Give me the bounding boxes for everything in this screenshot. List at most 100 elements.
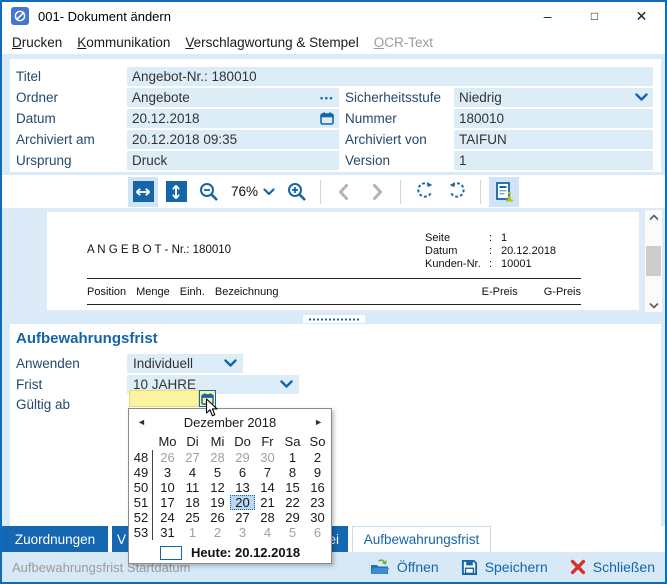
calendar-week-number: 50 <box>130 480 153 495</box>
tab-aufbewahrungsfrist[interactable]: Aufbewahrungsfrist <box>352 526 491 552</box>
calendar-day[interactable]: 25 <box>180 510 205 525</box>
calendar-day[interactable]: 13 <box>230 480 255 495</box>
minimize-button[interactable]: – <box>524 2 571 30</box>
save-button[interactable]: Speichern <box>461 559 548 576</box>
sicherheitsstufe-select[interactable]: Niedrig <box>454 88 653 107</box>
menu-kommunikation[interactable]: Kommunikation <box>77 35 170 50</box>
calendar-weekday-header: Mo <box>155 433 180 450</box>
doc-rule-bottom <box>87 304 581 305</box>
calendar-day[interactable]: 18 <box>180 495 205 510</box>
datum-field[interactable]: 20.12.2018 <box>127 109 339 128</box>
anwenden-select[interactable]: Individuell <box>127 354 243 373</box>
calendar-day[interactable]: 26 <box>205 510 230 525</box>
anwenden-label: Anwenden <box>16 354 80 373</box>
calendar-grid: MoDiMiDoFrSaSo48262728293012493456789501… <box>129 433 331 540</box>
calendar-day[interactable]: 30 <box>255 450 280 465</box>
status-bar: Aufbewahrungsfrist Startdatum Öffnen Spe… <box>2 552 665 582</box>
calendar-day[interactable]: 28 <box>205 450 230 465</box>
fit-width-button[interactable] <box>128 177 158 207</box>
menu-verschlagwortung-stempel[interactable]: Verschlagwortung & Stempel <box>185 35 358 50</box>
calendar-day[interactable]: 5 <box>280 525 305 540</box>
calendar-day[interactable]: 2 <box>305 450 330 465</box>
datum-calendar-icon[interactable] <box>320 112 334 125</box>
calendar-footer: Heute: 20.12.2018 <box>129 545 331 560</box>
preview-scrollbar[interactable] <box>645 210 662 312</box>
calendar-day[interactable]: 17 <box>155 495 180 510</box>
zoom-in-button[interactable] <box>282 177 312 207</box>
maximize-button[interactable]: □ <box>571 2 618 30</box>
next-month-icon[interactable]: ► <box>311 417 323 427</box>
calendar-day[interactable]: 7 <box>255 465 280 480</box>
zoom-level-dropdown[interactable]: 76% <box>227 184 279 199</box>
calendar-day[interactable]: 6 <box>305 525 330 540</box>
calendar-day[interactable]: 30 <box>305 510 330 525</box>
doc-title-line: A N G E B O T - Nr.: 180010 <box>87 244 231 256</box>
calendar-weekday-header: Mi <box>205 433 230 450</box>
tab-zuordnungen[interactable]: Zuordnungen <box>2 526 108 552</box>
calendar-day-selected[interactable]: 20 <box>230 495 255 510</box>
scroll-up-icon[interactable] <box>649 210 659 224</box>
save-floppy-icon <box>461 559 478 576</box>
calendar-day[interactable]: 4 <box>180 465 205 480</box>
stamp-document-button[interactable] <box>489 177 519 207</box>
zoom-out-button[interactable] <box>194 177 224 207</box>
scroll-down-icon[interactable] <box>649 298 659 312</box>
chevron-down-icon[interactable] <box>635 93 648 102</box>
chevron-down-icon[interactable] <box>224 359 237 368</box>
calendar-day[interactable]: 24 <box>155 510 180 525</box>
calendar-day[interactable]: 15 <box>280 480 305 495</box>
doc-column-headers: Position Menge Einh. Bezeichnung E-Preis… <box>87 286 581 298</box>
mouse-cursor <box>205 398 219 418</box>
rotate-ccw-button[interactable] <box>409 177 439 207</box>
calendar-day[interactable]: 8 <box>280 465 305 480</box>
close-dialog-button[interactable]: Schließen <box>570 559 655 575</box>
calendar-day[interactable]: 6 <box>230 465 255 480</box>
fit-height-button[interactable] <box>161 177 191 207</box>
calendar-day[interactable]: 26 <box>155 450 180 465</box>
calendar-day[interactable]: 1 <box>180 525 205 540</box>
ordner-field[interactable]: Angebote ••• <box>127 88 339 107</box>
scrollbar-thumb[interactable] <box>646 246 661 276</box>
calendar-day[interactable]: 5 <box>205 465 230 480</box>
splitter-grip[interactable] <box>303 315 365 323</box>
calendar-day[interactable]: 29 <box>280 510 305 525</box>
rotate-cw-button[interactable] <box>442 177 472 207</box>
calendar-weekday-header: So <box>305 433 330 450</box>
calendar-day[interactable]: 14 <box>255 480 280 495</box>
calendar-week-number: 48 <box>130 450 153 465</box>
today-label[interactable]: Heute: 20.12.2018 <box>191 545 300 560</box>
chevron-down-icon[interactable] <box>280 380 293 389</box>
calendar-week-number: 52 <box>130 510 153 525</box>
calendar-day[interactable]: 4 <box>255 525 280 540</box>
chevron-down-icon <box>263 188 275 196</box>
calendar-day[interactable]: 21 <box>255 495 280 510</box>
calendar-day[interactable]: 3 <box>230 525 255 540</box>
calendar-day[interactable]: 10 <box>155 480 180 495</box>
calendar-day[interactable]: 1 <box>280 450 305 465</box>
prev-month-icon[interactable]: ◄ <box>137 417 149 427</box>
calendar-day[interactable]: 9 <box>305 465 330 480</box>
calendar-day[interactable]: 19 <box>205 495 230 510</box>
calendar-day[interactable]: 29 <box>230 450 255 465</box>
gueltig-ab-input[interactable] <box>129 390 199 407</box>
calendar-day[interactable]: 27 <box>230 510 255 525</box>
calendar-day[interactable]: 27 <box>180 450 205 465</box>
calendar-day[interactable]: 12 <box>205 480 230 495</box>
calendar-day[interactable]: 11 <box>180 480 205 495</box>
titel-field[interactable]: Angebot-Nr.: 180010 <box>127 67 653 86</box>
calendar-day[interactable]: 2 <box>205 525 230 540</box>
open-button[interactable]: Öffnen <box>370 559 439 576</box>
bottom-tab-bar: Zuordnungen V ei Aufbewahrungsfrist <box>2 526 665 552</box>
calendar-day[interactable]: 28 <box>255 510 280 525</box>
calendar-day[interactable]: 22 <box>280 495 305 510</box>
menu-drucken[interactable]: Drucken <box>12 35 62 50</box>
datum-label: Datum <box>16 109 56 128</box>
menu-ocr-text: OCR-Text <box>374 35 433 50</box>
calendar-day[interactable]: 3 <box>155 465 180 480</box>
calendar-day[interactable]: 23 <box>305 495 330 510</box>
calendar-day[interactable]: 31 <box>155 525 180 540</box>
ordner-browse-icon[interactable]: ••• <box>320 93 334 103</box>
calendar-day[interactable]: 16 <box>305 480 330 495</box>
doc-info-block: Seite:1 Datum:20.12.2018 Kunden-Nr.:1000… <box>425 232 556 271</box>
close-button[interactable]: ✕ <box>618 2 665 30</box>
